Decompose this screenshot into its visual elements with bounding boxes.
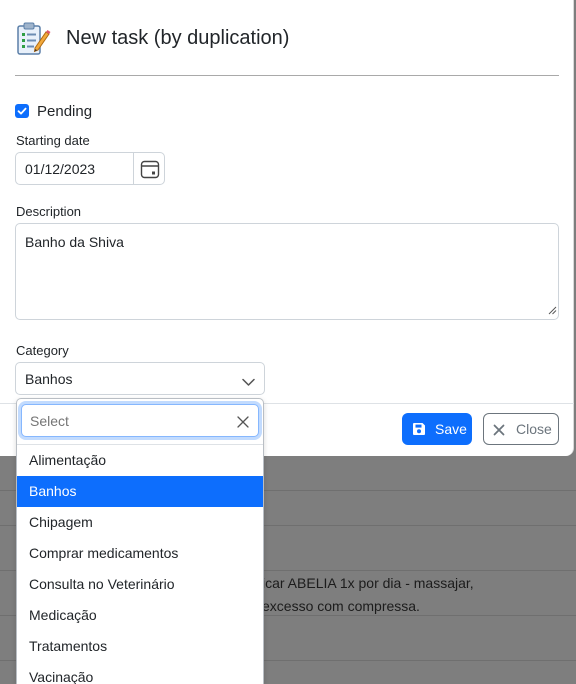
category-dropdown-panel: Alimentação Banhos Chipagem Comprar medi…	[16, 398, 264, 684]
dropdown-option-selected[interactable]: Banhos	[17, 476, 263, 507]
dropdown-option[interactable]: Medicação	[17, 600, 263, 631]
dropdown-search-box[interactable]	[21, 404, 259, 437]
dropdown-options-list: Alimentação Banhos Chipagem Comprar medi…	[17, 444, 263, 684]
dropdown-option[interactable]: Alimentação	[17, 445, 263, 476]
background-text-line: icar ABELIA 1x por dia - massajar,	[262, 575, 474, 591]
close-button-label: Close	[516, 421, 552, 437]
chevron-down-icon	[242, 374, 255, 392]
close-button[interactable]: Close	[483, 413, 559, 445]
dropdown-option[interactable]: Vacinação	[17, 662, 263, 684]
new-task-modal: New task (by duplication) Pending Starti…	[0, 0, 574, 456]
task-list-pencil-icon	[15, 21, 51, 57]
starting-date-group: 01/12/2023	[15, 152, 165, 185]
category-label: Category	[16, 343, 69, 358]
dropdown-option[interactable]: Chipagem	[17, 507, 263, 538]
description-label: Description	[16, 204, 82, 219]
clear-search-icon[interactable]	[237, 415, 249, 433]
dropdown-option[interactable]: Comprar medicamentos	[17, 538, 263, 569]
floppy-disk-icon	[413, 423, 425, 435]
description-text: Banho da Shiva	[25, 234, 124, 250]
dropdown-option[interactable]: Consulta no Veterinário	[17, 569, 263, 600]
category-selected-value: Banhos	[25, 371, 73, 387]
modal-header: New task (by duplication)	[15, 0, 559, 76]
modal-title: New task (by duplication)	[66, 27, 290, 49]
save-button-label: Save	[435, 421, 467, 437]
pending-label[interactable]: Pending	[37, 103, 92, 120]
dropdown-option[interactable]: Tratamentos	[17, 631, 263, 662]
starting-date-input[interactable]: 01/12/2023	[15, 152, 134, 185]
starting-date-label: Starting date	[16, 133, 90, 148]
pending-checkbox[interactable]	[15, 104, 29, 118]
resize-grip-icon[interactable]	[548, 302, 557, 318]
close-icon	[493, 424, 505, 436]
dropdown-search-input[interactable]	[30, 413, 220, 429]
save-button[interactable]: Save	[402, 413, 472, 445]
category-select[interactable]: Banhos	[15, 362, 265, 395]
calendar-button[interactable]	[133, 152, 165, 185]
description-textarea[interactable]: Banho da Shiva	[15, 223, 559, 320]
